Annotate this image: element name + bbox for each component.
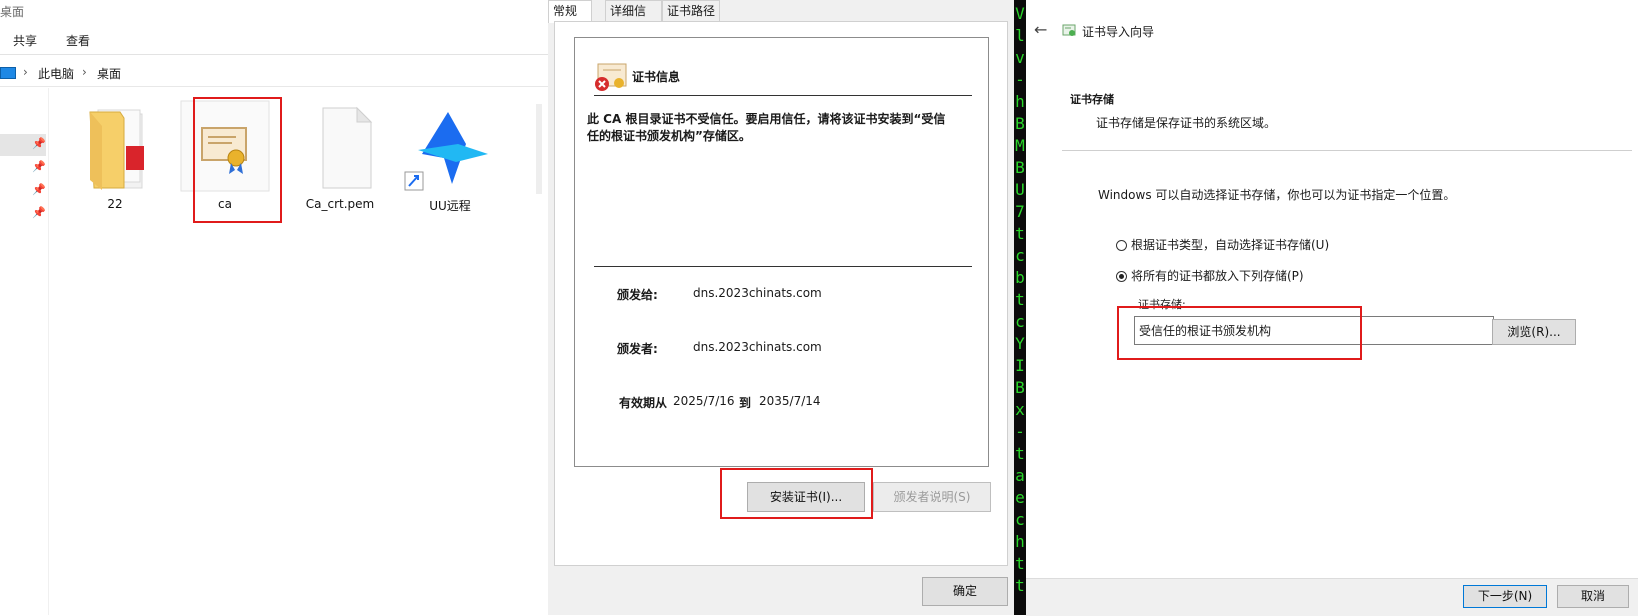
issuer-statement-button[interactable]: 颁发者说明(S)	[873, 482, 991, 512]
header-divider	[1062, 150, 1632, 151]
tab-details[interactable]: 详细信息	[605, 0, 662, 38]
issued-by-label: 颁发者:	[617, 342, 658, 356]
wizard-title: 证书导入向导	[1082, 25, 1155, 39]
terminal-char: t	[1015, 576, 1025, 595]
wizard-button-bar: 下一步(N) 取消	[1026, 578, 1638, 616]
divider	[594, 266, 972, 267]
trust-warning-line1: 此 CA 根目录证书不受信任。要启用信任，请将该证书安装到“受信	[587, 112, 946, 126]
pin-icon: 📌	[32, 137, 46, 150]
ribbon-tab-view[interactable]: 查看	[66, 32, 90, 49]
tab-cert-path[interactable]: 证书路径	[662, 0, 720, 21]
terminal-char: 7	[1015, 202, 1025, 221]
terminal-char: U	[1015, 180, 1025, 199]
terminal-char: -	[1015, 422, 1025, 441]
cancel-button[interactable]: 取消	[1557, 585, 1629, 608]
terminal-char: t	[1015, 444, 1025, 463]
issued-by-value: dns.2023chinats.com	[693, 340, 822, 354]
certificate-import-wizard: ← 证书导入向导 证书存储 证书存储是保存证书的系统区域。 Windows 可以…	[1026, 0, 1638, 616]
terminal-char: a	[1015, 466, 1025, 485]
file-name: UU远程	[429, 199, 471, 213]
file-item-uu-remote[interactable]: UU远程	[400, 104, 500, 214]
issued-to-value: dns.2023chinats.com	[693, 286, 822, 300]
ok-button[interactable]: 确定	[922, 577, 1008, 606]
terminal-char: I	[1015, 356, 1025, 375]
terminal-char: l	[1015, 26, 1025, 45]
valid-from-value: 2025/7/16	[673, 394, 735, 408]
chevron-right-icon: ›	[23, 65, 28, 79]
cert-info-heading: 证书信息	[632, 70, 681, 84]
highlight-box-ca	[193, 97, 282, 223]
terminal-char: t	[1015, 554, 1025, 573]
terminal-char: x	[1015, 400, 1025, 419]
valid-to-label: 到	[739, 396, 752, 410]
trust-warning-text: 此 CA 根目录证书不受信任。要启用信任，请将该证书安装到“受信 任的根证书颁发…	[587, 111, 977, 145]
terminal-char: e	[1015, 488, 1025, 507]
address-bar[interactable]: › 此电脑 › 桌面	[0, 60, 548, 87]
untrusted-certificate-icon	[595, 63, 627, 91]
ribbon-tab-share[interactable]: 共享	[13, 32, 37, 49]
terminal-char: h	[1015, 92, 1025, 111]
ribbon-divider	[0, 54, 548, 55]
terminal-char: M	[1015, 136, 1025, 155]
pin-icon: 📌	[32, 206, 46, 219]
valid-from-label: 有效期从	[619, 396, 668, 410]
terminal-char: c	[1015, 246, 1025, 265]
next-button[interactable]: 下一步(N)	[1463, 585, 1547, 608]
terminal-char: t	[1015, 224, 1025, 243]
file-item-ca-crt-pem[interactable]: Ca_crt.pem	[292, 104, 388, 211]
uu-remote-app-icon	[404, 112, 488, 191]
highlight-box-install	[720, 468, 873, 519]
terminal-char: B	[1015, 378, 1025, 397]
option-auto-label[interactable]: 根据证书类型，自动选择证书存储(U)	[1131, 236, 1329, 253]
radio-auto-store[interactable]	[1116, 240, 1127, 251]
radio-selected-dot	[1119, 274, 1124, 279]
terminal-char: -	[1015, 70, 1025, 89]
terminal-char: B	[1015, 158, 1025, 177]
valid-to-value: 2035/7/14	[759, 394, 821, 408]
pin-icon: 📌	[32, 160, 46, 173]
file-name: 22	[107, 197, 123, 211]
intro-text: Windows 可以自动选择证书存储，你也可以为证书指定一个位置。	[1098, 188, 1456, 202]
terminal-char: Y	[1015, 334, 1025, 353]
file-name: Ca_crt.pem	[305, 197, 375, 211]
breadcrumb-this-pc[interactable]: 此电脑	[38, 65, 74, 82]
section-title: 证书存储	[1070, 93, 1114, 106]
chevron-right-icon: ›	[82, 65, 87, 79]
highlight-box-store	[1117, 306, 1362, 360]
terminal-char: v	[1015, 48, 1025, 67]
issued-to-label: 颁发给:	[617, 288, 658, 302]
cert-info-panel: 证书信息 此 CA 根目录证书不受信任。要启用信任，请将该证书安装到“受信 任的…	[574, 37, 989, 467]
terminal-char: c	[1015, 510, 1025, 529]
terminal-char: h	[1015, 532, 1025, 551]
back-arrow-icon[interactable]: ←	[1034, 20, 1047, 39]
partial-item-edge	[536, 104, 542, 194]
blank-file-icon	[322, 106, 373, 189]
radio-manual-store[interactable]	[1116, 271, 1127, 282]
section-description: 证书存储是保存证书的系统区域。	[1096, 116, 1277, 130]
option-manual-label[interactable]: 将所有的证书都放入下列存储(P)	[1131, 267, 1304, 284]
file-item-22[interactable]: 22	[70, 104, 160, 211]
terminal-char: V	[1015, 4, 1025, 23]
terminal-char: B	[1015, 114, 1025, 133]
terminal-char: c	[1015, 312, 1025, 331]
certificate-wizard-icon	[1062, 24, 1076, 36]
navigation-pane: 📌 📌 📌 📌	[0, 88, 49, 615]
this-pc-icon	[0, 67, 16, 79]
browse-button[interactable]: 浏览(R)...	[1492, 319, 1576, 345]
folder-icon	[89, 109, 144, 190]
window-title: 桌面	[0, 5, 25, 19]
breadcrumb-desktop[interactable]: 桌面	[97, 65, 121, 82]
divider	[594, 95, 972, 96]
trust-warning-line2: 任的根证书颁发机构”存储区。	[587, 129, 751, 143]
file-explorer-window: 桌面 共享 查看 › 此电脑 › 桌面 📌 📌 📌 📌 22 ca Ca_crt…	[0, 0, 548, 615]
terminal-char: t	[1015, 290, 1025, 309]
pin-icon: 📌	[32, 183, 46, 196]
terminal-char: b	[1015, 268, 1025, 287]
certificate-dialog: 常规 详细信息 证书路径 证书信息 此 CA 根目录证书不受信任。要启用信任，请…	[548, 0, 1014, 615]
terminal-window-strip: Vlv-hBMBU7tcbtcYIBx-taechtt	[1014, 0, 1026, 615]
tab-general[interactable]: 常规	[548, 0, 592, 23]
